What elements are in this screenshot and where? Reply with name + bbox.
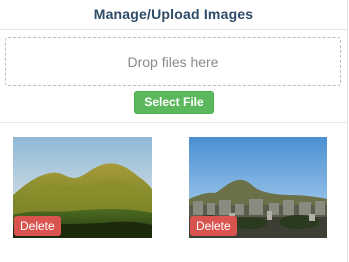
panel-title: Manage/Upload Images bbox=[93, 6, 254, 22]
delete-image-button[interactable]: Delete bbox=[190, 216, 237, 236]
delete-image-button[interactable]: Delete bbox=[14, 216, 61, 236]
file-dropzone[interactable]: Drop files here bbox=[5, 37, 341, 86]
select-file-button[interactable]: Select File bbox=[134, 91, 214, 114]
image-thumbnail[interactable]: Delete bbox=[13, 137, 152, 238]
image-manager-panel: Manage/Upload Images Drop files here Sel… bbox=[0, 0, 348, 262]
image-thumbnail[interactable]: Delete bbox=[189, 137, 327, 238]
header-divider bbox=[0, 29, 347, 30]
dropzone-label: Drop files here bbox=[127, 53, 219, 70]
gallery-divider bbox=[0, 122, 347, 123]
